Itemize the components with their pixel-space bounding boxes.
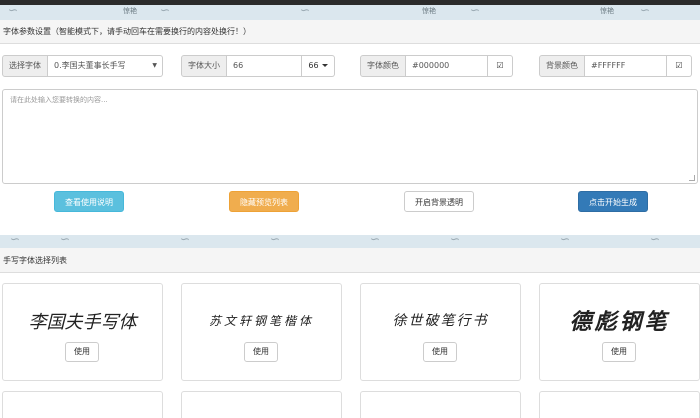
swirl-icon: ∽	[470, 3, 481, 17]
swirl-icon: ∽	[650, 235, 661, 246]
swirl-icon: ∽	[370, 235, 381, 246]
content-textarea[interactable]: 请在此处输入您要转换的内容...	[2, 89, 698, 184]
textarea-placeholder: 请在此处输入您要转换的内容...	[10, 96, 108, 104]
settings-panel: 选择字体 0.李国夫董事长手写 ▼ 字体大小 66 66 字体颜色 #00000…	[0, 44, 700, 235]
font-color-input[interactable]: #000000	[406, 55, 488, 77]
font-size-group: 字体大小 66 66	[181, 55, 335, 77]
font-size-label: 字体大小	[181, 55, 227, 77]
use-font-button[interactable]: 使用	[65, 342, 99, 362]
font-color-label: 字体颜色	[360, 55, 406, 77]
color-picker-button[interactable]: ☑	[488, 55, 513, 77]
font-card	[2, 391, 163, 418]
font-sample: 苏文轩钢笔楷体	[208, 314, 314, 328]
font-sample: 徐世破笔行书	[392, 313, 489, 329]
use-font-button[interactable]: 使用	[602, 342, 636, 362]
swirl-icon: ∽	[270, 235, 281, 246]
swirl-icon: ∽	[8, 3, 19, 17]
swirl-icon: ∽	[300, 3, 311, 17]
instructions-button[interactable]: 查看使用说明	[54, 191, 124, 212]
swirl-icon: ∽	[560, 235, 571, 246]
font-card	[181, 391, 342, 418]
font-size-input[interactable]: 66	[227, 55, 302, 77]
font-card: 徐世破笔行书 使用	[360, 283, 521, 381]
generate-button[interactable]: 点击开始生成	[578, 191, 648, 212]
swirl-icon: ∽	[450, 235, 461, 246]
banner-stamp: 惊艳	[600, 7, 614, 15]
font-card: 德彪钢笔 使用	[539, 283, 700, 381]
hide-preview-button[interactable]: 隐藏预览列表	[229, 191, 299, 212]
font-select-group: 选择字体 0.李国夫董事长手写 ▼	[2, 55, 163, 77]
font-list-title: 手写字体选择列表	[0, 248, 700, 273]
font-list-panel: 李国夫手写体 使用 苏文轩钢笔楷体 使用 徐世破笔行书 使用 德彪钢笔 使用	[0, 273, 700, 418]
swirl-icon: ∽	[60, 235, 71, 246]
decorative-banner-middle: ∽ ∽ ∽ ∽ ∽ ∽ ∽ ∽	[0, 235, 700, 248]
font-card: 李国夫手写体 使用	[2, 283, 163, 381]
use-font-button[interactable]: 使用	[423, 342, 457, 362]
font-sample: 德彪钢笔	[569, 309, 670, 335]
font-card	[360, 391, 521, 418]
font-select-label: 选择字体	[2, 55, 48, 77]
transparent-bg-button[interactable]: 开启背景透明	[404, 191, 474, 212]
font-select[interactable]: 0.李国夫董事长手写 ▼	[48, 55, 163, 77]
caret-down-icon	[321, 64, 328, 67]
banner-stamp: 惊艳	[123, 7, 137, 15]
swirl-icon: ∽	[640, 3, 651, 17]
font-select-value: 0.李国夫董事长手写	[54, 61, 126, 70]
edit-check-icon: ☑	[675, 61, 683, 70]
bg-color-group: 背景颜色 #FFFFFF ☑	[539, 55, 692, 77]
bg-color-input[interactable]: #FFFFFF	[585, 55, 667, 77]
bg-color-label: 背景颜色	[539, 55, 585, 77]
use-font-button[interactable]: 使用	[244, 342, 278, 362]
edit-check-icon: ☑	[496, 61, 504, 70]
font-sample: 李国夫手写体	[28, 312, 137, 333]
resize-handle-icon[interactable]	[689, 175, 695, 181]
font-size-dropdown-value: 66	[308, 61, 319, 70]
swirl-icon: ∽	[180, 235, 191, 246]
swirl-icon: ∽	[10, 235, 21, 246]
font-card	[539, 391, 700, 418]
color-picker-button[interactable]: ☑	[667, 55, 692, 77]
decorative-banner-top: ∽ 惊艳 ∽ ∽ 惊艳 ∽ 惊艳 ∽	[0, 0, 700, 20]
swirl-icon: ∽	[160, 3, 171, 17]
settings-panel-title: 字体参数设置（智能模式下，请手动回车在需要换行的内容处换行！）	[0, 20, 700, 44]
font-size-dropdown[interactable]: 66	[302, 55, 335, 77]
font-card: 苏文轩钢笔楷体 使用	[181, 283, 342, 381]
banner-stamp: 惊艳	[422, 7, 436, 15]
dropdown-arrow-icon: ▼	[152, 62, 157, 69]
font-color-group: 字体颜色 #000000 ☑	[360, 55, 513, 77]
